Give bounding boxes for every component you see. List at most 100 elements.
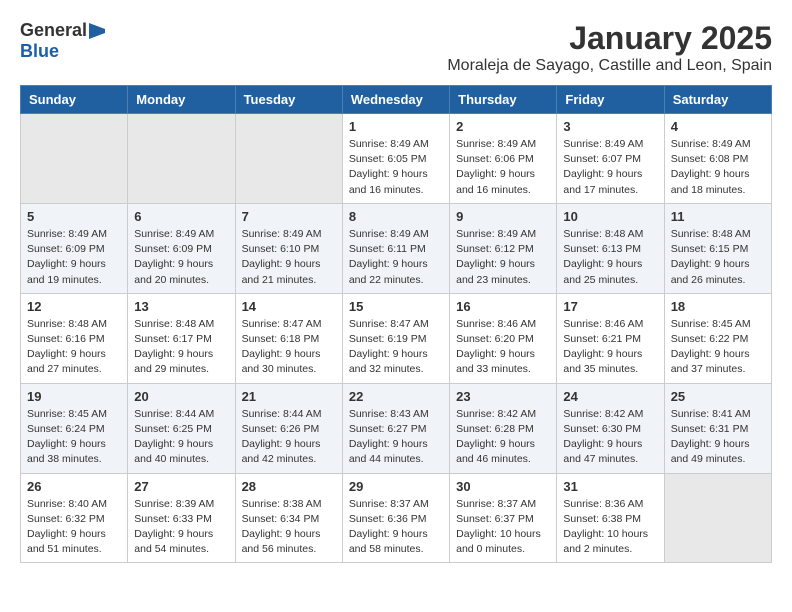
day-number: 31: [563, 479, 657, 494]
day-number: 7: [242, 209, 336, 224]
day-info: Sunrise: 8:45 AM Sunset: 6:22 PM Dayligh…: [671, 317, 765, 378]
calendar-cell: 4 Sunrise: 8:49 AM Sunset: 6:08 PM Daylig…: [664, 114, 771, 204]
calendar-header: SundayMondayTuesdayWednesdayThursdayFrid…: [21, 86, 772, 114]
calendar-week-row: 5 Sunrise: 8:49 AM Sunset: 6:09 PM Daylig…: [21, 203, 772, 293]
weekday-row: SundayMondayTuesdayWednesdayThursdayFrid…: [21, 86, 772, 114]
day-number: 5: [27, 209, 121, 224]
calendar-cell: 7 Sunrise: 8:49 AM Sunset: 6:10 PM Daylig…: [235, 203, 342, 293]
day-number: 6: [134, 209, 228, 224]
day-info: Sunrise: 8:47 AM Sunset: 6:19 PM Dayligh…: [349, 317, 443, 378]
calendar-cell: 30 Sunrise: 8:37 AM Sunset: 6:37 PM Dayli…: [450, 473, 557, 563]
day-number: 8: [349, 209, 443, 224]
calendar-cell: 13Sunrise: 8:48 AM Sunset: 6:17 PM Dayli…: [128, 293, 235, 383]
day-info: Sunrise: 8:37 AM Sunset: 6:37 PM Dayligh…: [456, 497, 550, 558]
day-info: Sunrise: 8:38 AM Sunset: 6:34 PM Dayligh…: [242, 497, 336, 558]
calendar-cell: 12Sunrise: 8:48 AM Sunset: 6:16 PM Dayli…: [21, 293, 128, 383]
day-info: Sunrise: 8:48 AM Sunset: 6:17 PM Dayligh…: [134, 317, 228, 378]
weekday-header: Wednesday: [342, 86, 449, 114]
calendar-cell: 18 Sunrise: 8:45 AM Sunset: 6:22 PM Dayli…: [664, 293, 771, 383]
day-info: Sunrise: 8:49 AM Sunset: 6:06 PM Dayligh…: [456, 137, 550, 198]
day-info: Sunrise: 8:47 AM Sunset: 6:18 PM Dayligh…: [242, 317, 336, 378]
calendar-cell: [664, 473, 771, 563]
calendar-week-row: 12Sunrise: 8:48 AM Sunset: 6:16 PM Dayli…: [21, 293, 772, 383]
day-number: 17: [563, 299, 657, 314]
day-number: 30: [456, 479, 550, 494]
day-number: 10: [563, 209, 657, 224]
day-info: Sunrise: 8:46 AM Sunset: 6:20 PM Dayligh…: [456, 317, 550, 378]
calendar-cell: 28 Sunrise: 8:38 AM Sunset: 6:34 PM Dayli…: [235, 473, 342, 563]
day-info: Sunrise: 8:45 AM Sunset: 6:24 PM Dayligh…: [27, 407, 121, 468]
logo-blue-text: Blue: [20, 41, 59, 61]
day-number: 4: [671, 119, 765, 134]
day-number: 11: [671, 209, 765, 224]
calendar-cell: 29 Sunrise: 8:37 AM Sunset: 6:36 PM Dayli…: [342, 473, 449, 563]
day-info: Sunrise: 8:42 AM Sunset: 6:30 PM Dayligh…: [563, 407, 657, 468]
calendar-week-row: 19 Sunrise: 8:45 AM Sunset: 6:24 PM Dayli…: [21, 383, 772, 473]
calendar-cell: 1Sunrise: 8:49 AM Sunset: 6:05 PM Daylig…: [342, 114, 449, 204]
day-info: Sunrise: 8:49 AM Sunset: 6:12 PM Dayligh…: [456, 227, 550, 288]
weekday-header: Thursday: [450, 86, 557, 114]
day-number: 18: [671, 299, 765, 314]
calendar-cell: 10 Sunrise: 8:48 AM Sunset: 6:13 PM Dayli…: [557, 203, 664, 293]
day-info: Sunrise: 8:44 AM Sunset: 6:26 PM Dayligh…: [242, 407, 336, 468]
day-info: Sunrise: 8:49 AM Sunset: 6:10 PM Dayligh…: [242, 227, 336, 288]
day-number: 29: [349, 479, 443, 494]
day-info: Sunrise: 8:39 AM Sunset: 6:33 PM Dayligh…: [134, 497, 228, 558]
calendar-week-row: 1Sunrise: 8:49 AM Sunset: 6:05 PM Daylig…: [21, 114, 772, 204]
calendar-cell: 23Sunrise: 8:42 AM Sunset: 6:28 PM Dayli…: [450, 383, 557, 473]
day-number: 1: [349, 119, 443, 134]
calendar-cell: 22Sunrise: 8:43 AM Sunset: 6:27 PM Dayli…: [342, 383, 449, 473]
day-number: 27: [134, 479, 228, 494]
day-info: Sunrise: 8:46 AM Sunset: 6:21 PM Dayligh…: [563, 317, 657, 378]
day-info: Sunrise: 8:36 AM Sunset: 6:38 PM Dayligh…: [563, 497, 657, 558]
day-info: Sunrise: 8:49 AM Sunset: 6:11 PM Dayligh…: [349, 227, 443, 288]
day-number: 16: [456, 299, 550, 314]
day-number: 19: [27, 389, 121, 404]
day-number: 20: [134, 389, 228, 404]
day-number: 9: [456, 209, 550, 224]
day-info: Sunrise: 8:49 AM Sunset: 6:08 PM Dayligh…: [671, 137, 765, 198]
day-number: 28: [242, 479, 336, 494]
calendar-cell: 3Sunrise: 8:49 AM Sunset: 6:07 PM Daylig…: [557, 114, 664, 204]
calendar-cell: 19 Sunrise: 8:45 AM Sunset: 6:24 PM Dayli…: [21, 383, 128, 473]
day-number: 26: [27, 479, 121, 494]
calendar-cell: 21 Sunrise: 8:44 AM Sunset: 6:26 PM Dayli…: [235, 383, 342, 473]
day-number: 21: [242, 389, 336, 404]
calendar-cell: 20 Sunrise: 8:44 AM Sunset: 6:25 PM Dayli…: [128, 383, 235, 473]
day-number: 14: [242, 299, 336, 314]
day-number: 24: [563, 389, 657, 404]
day-info: Sunrise: 8:43 AM Sunset: 6:27 PM Dayligh…: [349, 407, 443, 468]
day-info: Sunrise: 8:37 AM Sunset: 6:36 PM Dayligh…: [349, 497, 443, 558]
logo-icon: [87, 21, 107, 41]
day-number: 12: [27, 299, 121, 314]
calendar-week-row: 26 Sunrise: 8:40 AM Sunset: 6:32 PM Dayli…: [21, 473, 772, 563]
calendar-cell: 5 Sunrise: 8:49 AM Sunset: 6:09 PM Daylig…: [21, 203, 128, 293]
title-area: January 2025 Moraleja de Sayago, Castill…: [447, 20, 772, 75]
location-title: Moraleja de Sayago, Castille and Leon, S…: [447, 57, 772, 75]
calendar-cell: [21, 114, 128, 204]
day-info: Sunrise: 8:40 AM Sunset: 6:32 PM Dayligh…: [27, 497, 121, 558]
calendar-cell: 11Sunrise: 8:48 AM Sunset: 6:15 PM Dayli…: [664, 203, 771, 293]
calendar-cell: [128, 114, 235, 204]
day-info: Sunrise: 8:44 AM Sunset: 6:25 PM Dayligh…: [134, 407, 228, 468]
day-info: Sunrise: 8:48 AM Sunset: 6:13 PM Dayligh…: [563, 227, 657, 288]
calendar-cell: [235, 114, 342, 204]
month-title: January 2025: [447, 20, 772, 57]
calendar-cell: 27 Sunrise: 8:39 AM Sunset: 6:33 PM Dayli…: [128, 473, 235, 563]
day-info: Sunrise: 8:49 AM Sunset: 6:07 PM Dayligh…: [563, 137, 657, 198]
day-info: Sunrise: 8:49 AM Sunset: 6:09 PM Dayligh…: [134, 227, 228, 288]
day-number: 2: [456, 119, 550, 134]
calendar-cell: 24 Sunrise: 8:42 AM Sunset: 6:30 PM Dayli…: [557, 383, 664, 473]
calendar-cell: 8 Sunrise: 8:49 AM Sunset: 6:11 PM Daylig…: [342, 203, 449, 293]
calendar-cell: 26 Sunrise: 8:40 AM Sunset: 6:32 PM Dayli…: [21, 473, 128, 563]
day-info: Sunrise: 8:42 AM Sunset: 6:28 PM Dayligh…: [456, 407, 550, 468]
weekday-header: Monday: [128, 86, 235, 114]
calendar-cell: 6 Sunrise: 8:49 AM Sunset: 6:09 PM Daylig…: [128, 203, 235, 293]
calendar-cell: 15Sunrise: 8:47 AM Sunset: 6:19 PM Dayli…: [342, 293, 449, 383]
weekday-header: Friday: [557, 86, 664, 114]
calendar-cell: 14 Sunrise: 8:47 AM Sunset: 6:18 PM Dayli…: [235, 293, 342, 383]
day-number: 25: [671, 389, 765, 404]
weekday-header: Saturday: [664, 86, 771, 114]
day-info: Sunrise: 8:49 AM Sunset: 6:09 PM Dayligh…: [27, 227, 121, 288]
calendar-body: 1Sunrise: 8:49 AM Sunset: 6:05 PM Daylig…: [21, 114, 772, 563]
